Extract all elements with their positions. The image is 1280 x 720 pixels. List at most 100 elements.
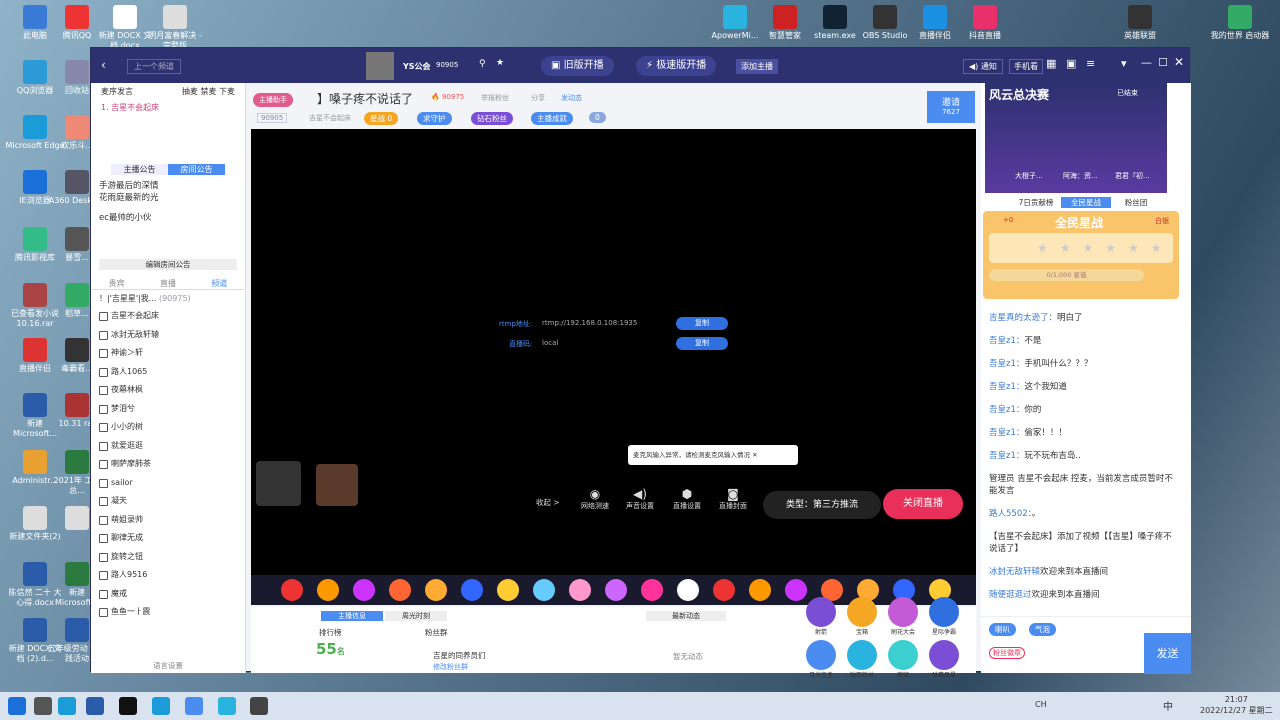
notify-button[interactable]: ◀) 通知 bbox=[963, 59, 1003, 74]
maximize-icon[interactable]: ☐ bbox=[1158, 56, 1168, 69]
list-item[interactable]: sailor bbox=[91, 474, 245, 493]
list-item[interactable]: 路人9516 bbox=[91, 566, 245, 585]
search-icon[interactable] bbox=[34, 697, 52, 715]
control-button[interactable]: ◙ 直播封面 bbox=[711, 487, 755, 511]
list-item[interactable]: 梦泪兮 bbox=[91, 400, 245, 419]
minimize-icon[interactable]: — bbox=[1141, 56, 1152, 69]
chat-username[interactable]: 吾皇z1： bbox=[989, 405, 1024, 415]
host-achievement-badge[interactable]: 主播成就 bbox=[531, 112, 573, 125]
phone-watch-button[interactable]: 手机看 bbox=[1009, 59, 1043, 74]
pin-icon[interactable]: ⚲ bbox=[479, 59, 486, 69]
gift-icon[interactable] bbox=[677, 579, 699, 601]
gift-icon[interactable] bbox=[641, 579, 663, 601]
chat-username[interactable]: 冰封无敌轩辕 bbox=[989, 567, 1040, 577]
control-button[interactable]: ⬢ 直播设置 bbox=[665, 487, 709, 511]
prev-channel-button[interactable]: 上一个频道 bbox=[127, 59, 181, 74]
gift-icon[interactable] bbox=[749, 579, 771, 601]
back-icon[interactable]: ‹ bbox=[101, 58, 106, 72]
list-item[interactable]: 夜幕林枫 bbox=[91, 381, 245, 400]
tab-7day[interactable]: 7日贡献榜 bbox=[1011, 197, 1061, 208]
chat-username[interactable]: 吾皇z1： bbox=[989, 359, 1024, 369]
ime-indicator[interactable]: 中 bbox=[1163, 698, 1173, 713]
list-item[interactable]: 凝天 bbox=[91, 492, 245, 511]
list-item[interactable]: 喇萨摩肺茶 bbox=[91, 455, 245, 474]
gift-icon[interactable] bbox=[569, 579, 591, 601]
list-item[interactable]: 旋转之钮 bbox=[91, 548, 245, 567]
gift-item[interactable]: 射箭 bbox=[801, 597, 841, 636]
gift-icon[interactable] bbox=[317, 579, 339, 601]
speech-tag[interactable]: 喇叭 bbox=[989, 623, 1016, 636]
tab-room-announce[interactable]: 房间公告 bbox=[168, 164, 225, 175]
share-link[interactable]: 分享 bbox=[531, 93, 545, 103]
gift-item[interactable]: 钻石粉丝 bbox=[842, 640, 882, 679]
list-item[interactable]: 鱼鱼一ㅏ震 bbox=[91, 603, 245, 622]
fast-stream-button[interactable]: ⚡ 极速版开播 bbox=[636, 56, 717, 76]
edit-fans-group-link[interactable]: 修改粉丝群 bbox=[433, 662, 468, 672]
fans-badge[interactable]: 粉丝徽章 bbox=[989, 647, 1025, 659]
chat-username[interactable]: 吾皇z1： bbox=[989, 382, 1024, 392]
guard-badge[interactable]: 求守护 bbox=[417, 112, 452, 125]
desktop-icon[interactable]: 英雄联盟 bbox=[1110, 5, 1170, 41]
final-banner[interactable]: 风云总决赛 已结束 大橙子... 阿海：资... 君君『初... bbox=[985, 83, 1167, 193]
gift-item[interactable]: 月光宝盒 bbox=[801, 640, 841, 679]
chat-username[interactable]: 吾皇z1： bbox=[989, 336, 1024, 346]
desktop-icon[interactable]: 明月富春解决 - 完整版 bbox=[145, 5, 205, 51]
tab-live[interactable]: 直播 bbox=[142, 278, 193, 289]
promo-gift-image[interactable] bbox=[316, 464, 358, 506]
obs-icon[interactable] bbox=[250, 697, 268, 715]
control-button[interactable]: ◉ 网络测速 bbox=[573, 487, 617, 511]
send-button[interactable]: 发送 bbox=[1144, 633, 1191, 674]
tab-latest[interactable]: 最新动态 bbox=[646, 611, 726, 621]
star-badge[interactable]: 星战 0 bbox=[364, 112, 399, 125]
list-item[interactable]: 冰封无敌轩辕 bbox=[91, 326, 245, 345]
browser-icon[interactable] bbox=[152, 697, 170, 715]
gift-icon[interactable] bbox=[497, 579, 519, 601]
collapse-button[interactable]: 收起 > bbox=[536, 497, 560, 508]
edge-icon[interactable] bbox=[58, 697, 76, 715]
edit-announce-button[interactable]: 编辑房间公告 bbox=[99, 259, 237, 270]
list-item[interactable]: 小小的树 bbox=[91, 418, 245, 437]
gift-icon[interactable] bbox=[281, 579, 303, 601]
list-item[interactable]: 吉星不会起床 bbox=[91, 307, 245, 326]
gift-item[interactable]: 刷花大会 bbox=[883, 597, 923, 636]
report-link[interactable]: 举报粉丝 bbox=[481, 93, 509, 103]
chat-username[interactable]: 吉星真的太逊了： bbox=[989, 313, 1057, 323]
tab-vip[interactable]: 贵宾 bbox=[91, 278, 142, 289]
gift-item[interactable]: 宝箱 bbox=[842, 597, 882, 636]
star-icon[interactable]: ★ bbox=[496, 58, 504, 68]
gift-icon[interactable] bbox=[353, 579, 375, 601]
channel-row[interactable]: ！|'吉星星'|我... (90975) bbox=[91, 290, 245, 307]
close-live-button[interactable]: 关闭直播 bbox=[883, 489, 963, 519]
add-host-button[interactable]: 添加主播 bbox=[736, 59, 778, 74]
post-dynamic-link[interactable]: 发动态 bbox=[561, 93, 582, 103]
close-icon[interactable]: ✕ bbox=[752, 451, 757, 459]
tab-channel[interactable]: 频道 bbox=[194, 278, 245, 289]
tab-host-info[interactable]: 主播信息 bbox=[321, 611, 383, 621]
tiktok-icon[interactable] bbox=[119, 697, 137, 715]
gift-icon[interactable] bbox=[605, 579, 627, 601]
list-item[interactable]: 路人1065 bbox=[91, 363, 245, 382]
chat-username[interactable]: 吾皇z1： bbox=[989, 451, 1024, 461]
diamond-fans-badge[interactable]: 钻石粉丝 bbox=[471, 112, 513, 125]
copy-rtmp-button[interactable]: 复制 bbox=[676, 317, 728, 330]
mic-user[interactable]: 1. 吉星不会起床 bbox=[91, 99, 245, 116]
host-assistant-tag[interactable]: 主播助手 bbox=[253, 93, 293, 107]
dropdown-icon[interactable]: ▾ bbox=[1121, 57, 1127, 70]
layout-icon[interactable]: ▦ bbox=[1046, 57, 1056, 70]
tab-host-announce[interactable]: 主播公告 bbox=[111, 164, 168, 175]
lang-indicator[interactable]: CH bbox=[1035, 700, 1047, 709]
gift-icon[interactable] bbox=[533, 579, 555, 601]
chat-username[interactable]: 路人5502： bbox=[989, 509, 1032, 519]
bubble-tag[interactable]: 气泡 bbox=[1029, 623, 1056, 636]
list-item[interactable]: 聊律无成 bbox=[91, 529, 245, 548]
tab-starwar[interactable]: 全民星战 bbox=[1061, 197, 1111, 208]
tab-fans[interactable]: 粉丝团 bbox=[1111, 197, 1161, 208]
copy-key-button[interactable]: 复制 bbox=[676, 337, 728, 350]
gift-item[interactable]: 星际争霸 bbox=[924, 597, 964, 636]
close-icon[interactable]: ✕ bbox=[1174, 55, 1184, 69]
windows-start-icon[interactable] bbox=[8, 697, 26, 715]
gift-item[interactable]: 萌宠 bbox=[883, 640, 923, 679]
gift-icon[interactable] bbox=[713, 579, 735, 601]
list-item[interactable]: 就爱逛逛 bbox=[91, 437, 245, 456]
language-settings[interactable]: 语言设置 bbox=[91, 660, 245, 671]
